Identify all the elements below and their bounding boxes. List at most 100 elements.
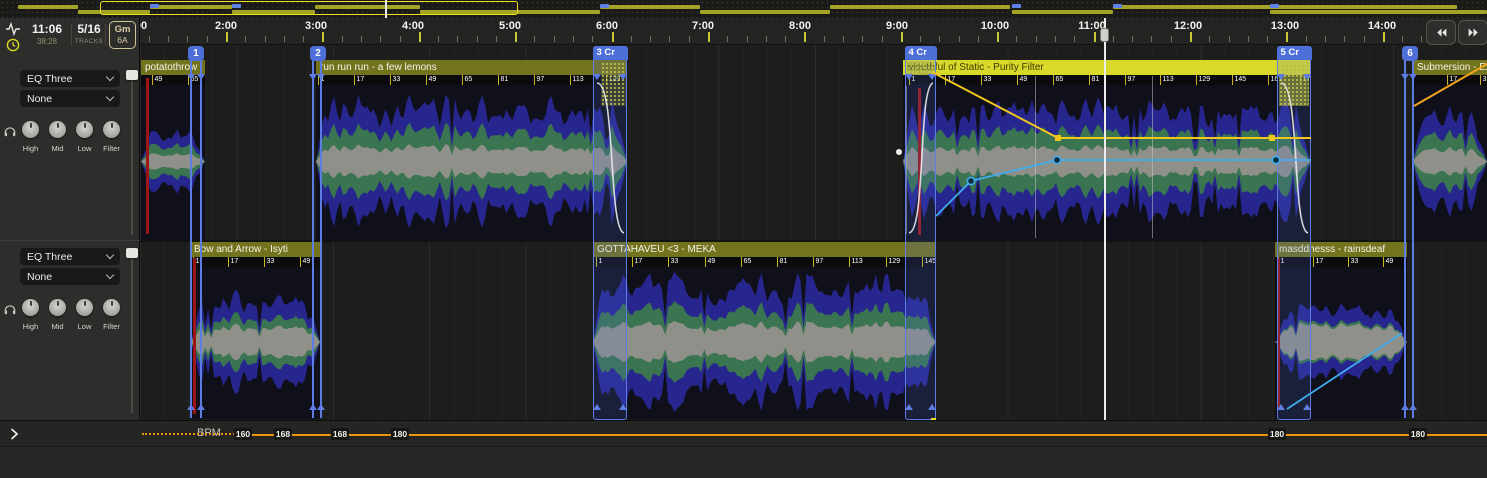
deck-2-eq-select[interactable]: EQ Three xyxy=(20,248,120,265)
beat-number-label: 81 xyxy=(498,75,508,85)
clip-title[interactable]: potatothrow xyxy=(141,60,205,75)
beat-number-label: 49 xyxy=(152,75,162,85)
transition-4[interactable]: 4 Cr xyxy=(905,46,936,420)
transition-5[interactable]: 5 Cr xyxy=(1277,46,1311,420)
beat-number-label: 17 xyxy=(945,75,955,85)
beat-number-label: 81 xyxy=(1089,75,1099,85)
cue-marker-bar xyxy=(146,78,149,234)
high-knob[interactable] xyxy=(22,299,39,316)
clip-edge-marker xyxy=(309,404,317,410)
beat-number-label: 49 xyxy=(300,257,310,267)
expand-chevron-icon[interactable] xyxy=(8,427,20,441)
dj-mix-editor: 002:003:004:005:006:007:008:009:0010:001… xyxy=(0,0,1487,478)
mid-knob[interactable] xyxy=(49,121,66,138)
track-lanes: potatothrow4965 run run run - a few lemon… xyxy=(0,0,1487,478)
bpm-value-chip[interactable]: 168 xyxy=(274,428,292,440)
envelope-point[interactable] xyxy=(896,149,902,155)
beat-number-label: 33 xyxy=(264,257,274,267)
tracks-count-label: TRACKS xyxy=(74,38,104,45)
playhead[interactable] xyxy=(1104,18,1106,446)
beat-number-label: 113 xyxy=(1160,75,1174,85)
filter-knob[interactable] xyxy=(103,121,120,138)
cue-marker-bar xyxy=(193,258,196,414)
playhead-handle[interactable] xyxy=(1100,28,1109,42)
transition-label[interactable]: 3 Cr xyxy=(593,46,628,60)
transition-boundary-line[interactable] xyxy=(200,60,202,418)
low-knob[interactable] xyxy=(76,299,93,316)
transition-boundary-line[interactable] xyxy=(190,60,192,418)
beat-number-label: 113 xyxy=(849,257,863,267)
total-time-value: 38:28 xyxy=(24,37,70,46)
clip-edge-marker xyxy=(928,74,936,80)
next-transition-button[interactable] xyxy=(1458,20,1487,45)
beat-number-label: 145 xyxy=(1232,75,1246,85)
bpm-value-chip[interactable]: 180 xyxy=(1268,428,1286,440)
chevron-down-icon xyxy=(106,73,114,81)
clip-edge-marker xyxy=(1401,74,1409,80)
transition-boundary-line[interactable] xyxy=(320,60,322,418)
clip-title[interactable]: run run run - a few lemons xyxy=(316,60,627,75)
clip-title[interactable]: Submersion - Exod xyxy=(1413,60,1487,75)
clip-edge-marker xyxy=(905,74,913,80)
bpm-curve-dotted[interactable] xyxy=(142,433,235,435)
crossfade-curve xyxy=(594,61,628,261)
key-badge[interactable]: Gm 6A xyxy=(109,21,136,49)
transition-6[interactable]: 6 xyxy=(1402,46,1418,61)
deck-2-effect-select[interactable]: None xyxy=(20,268,120,285)
headphones-cue-icon[interactable] xyxy=(3,302,17,321)
high-knob[interactable] xyxy=(22,121,39,138)
clip-bow-and-arrow-isyti[interactable]: Bow and Arrow - Isyti1173349 xyxy=(190,242,320,419)
transition-3[interactable]: 3 Cr xyxy=(593,46,627,420)
clip-mouthful-of-static-purity-filter[interactable]: Mouthful of Static - Purity Filter117334… xyxy=(903,60,1311,240)
beat-number-label: 17 xyxy=(632,257,642,267)
filter-knob-label: Filter xyxy=(97,144,127,153)
clip-potatothrow[interactable]: potatothrow4965 xyxy=(141,60,205,240)
clip-run-run-run-a-few-lemons[interactable]: run run run - a few lemons11733496581971… xyxy=(316,60,627,240)
beat-number-label: 33 xyxy=(1480,75,1487,85)
beat-number-label: 17 xyxy=(354,75,364,85)
clip-title[interactable]: Mouthful of Static - Purity Filter xyxy=(903,60,1311,75)
transition-boundary-line[interactable] xyxy=(1412,60,1414,418)
transition-label[interactable]: 4 Cr xyxy=(905,46,937,60)
mid-knob-label: Mid xyxy=(43,144,73,153)
deck-2-volume-slider[interactable] xyxy=(126,248,138,413)
clip-edge-marker xyxy=(619,74,627,80)
headphones-cue-icon[interactable] xyxy=(3,124,17,143)
clip-title[interactable]: GOTTAHAVEU <3 - MEKA xyxy=(593,242,936,257)
tracks-count-value: 5/16 xyxy=(74,22,104,36)
bpm-value-chip[interactable]: 168 xyxy=(331,428,349,440)
bpm-automation-lane[interactable]: BPM 160168168180180180 xyxy=(0,420,1487,446)
bpm-curve[interactable] xyxy=(235,434,1487,436)
mid-knob[interactable] xyxy=(49,299,66,316)
transition-label[interactable]: 5 Cr xyxy=(1277,46,1312,60)
clip-title[interactable]: Bow and Arrow - Isyti xyxy=(190,242,320,257)
transition-1[interactable]: 1 xyxy=(188,46,204,61)
chevron-down-icon xyxy=(106,93,114,101)
clip-edge-marker xyxy=(619,404,627,410)
transition-2[interactable]: 2 xyxy=(310,46,326,61)
deck-1-effect-select[interactable]: None xyxy=(20,90,120,107)
slider-handle[interactable] xyxy=(126,70,138,80)
bpm-value-chip[interactable]: 160 xyxy=(234,428,252,440)
clip-edge-marker xyxy=(317,404,325,410)
slider-handle[interactable] xyxy=(126,248,138,258)
deck-1-eq-select[interactable]: EQ Three xyxy=(20,70,120,87)
previous-transition-button[interactable] xyxy=(1426,20,1456,45)
bottom-toolbar: Add tracks Automix Edit 4 8 16 32 Sync L… xyxy=(0,446,1487,478)
clip-edge-marker xyxy=(197,74,205,80)
filter-knob[interactable] xyxy=(103,299,120,316)
beat-number-label: 113 xyxy=(570,75,584,85)
header-divider xyxy=(105,24,106,46)
low-knob[interactable] xyxy=(76,121,93,138)
transition-boundary-line[interactable] xyxy=(312,60,314,418)
deck-1-volume-slider[interactable] xyxy=(126,70,138,235)
waveform xyxy=(190,267,320,417)
clip-edge-marker xyxy=(928,404,936,410)
beat-number-label: 129 xyxy=(1196,75,1210,85)
beat-number-label: 49 xyxy=(1017,75,1027,85)
transition-boundary-line[interactable] xyxy=(1404,60,1406,418)
bpm-value-chip[interactable]: 180 xyxy=(391,428,409,440)
clip-gottahaveu-3-meka[interactable]: GOTTAHAVEU <3 - MEKA11733496581971131291… xyxy=(593,242,936,419)
bpm-value-chip[interactable]: 180 xyxy=(1409,428,1427,440)
clip-submersion-exod[interactable]: Submersion - Exod1733 xyxy=(1413,60,1487,240)
